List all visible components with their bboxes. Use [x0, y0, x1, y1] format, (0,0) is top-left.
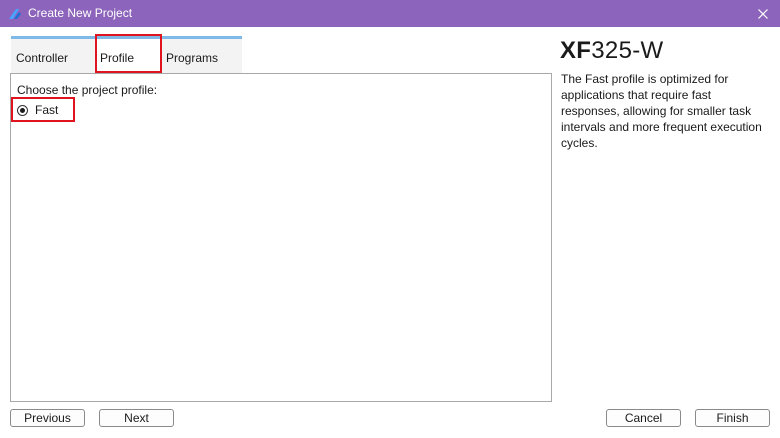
tab-profile[interactable]: Profile: [95, 36, 161, 73]
tab-programs[interactable]: Programs: [161, 36, 242, 73]
profile-description: The Fast profile is optimized for applic…: [561, 72, 762, 150]
tab-strip: Controller Profile Programs: [11, 36, 242, 73]
app-logo-icon: [7, 6, 23, 22]
finish-button[interactable]: Finish: [695, 409, 770, 427]
radio-button-checked-icon: [17, 104, 28, 116]
next-button[interactable]: Next: [99, 409, 174, 427]
radio-fast[interactable]: Fast: [17, 102, 58, 118]
tab-controller-label: Controller: [16, 51, 69, 65]
model-suffix: 325-W: [591, 37, 664, 64]
close-button[interactable]: [746, 0, 780, 27]
previous-button[interactable]: Previous: [10, 409, 85, 427]
radio-fast-label: Fast: [35, 103, 59, 117]
cancel-button[interactable]: Cancel: [606, 409, 681, 427]
profile-panel: Choose the project profile: Fast: [10, 73, 552, 402]
window-title: Create New Project: [28, 6, 133, 20]
close-icon: [758, 8, 768, 19]
model-prefix: XF: [560, 37, 592, 64]
controller-model-title: XF325-W: [560, 37, 663, 65]
tab-controller[interactable]: Controller: [11, 36, 95, 73]
profile-prompt: Choose the project profile:: [17, 83, 158, 97]
title-bar: Create New Project: [0, 0, 780, 27]
tab-programs-label: Programs: [166, 51, 219, 65]
tab-profile-label: Profile: [100, 51, 135, 65]
